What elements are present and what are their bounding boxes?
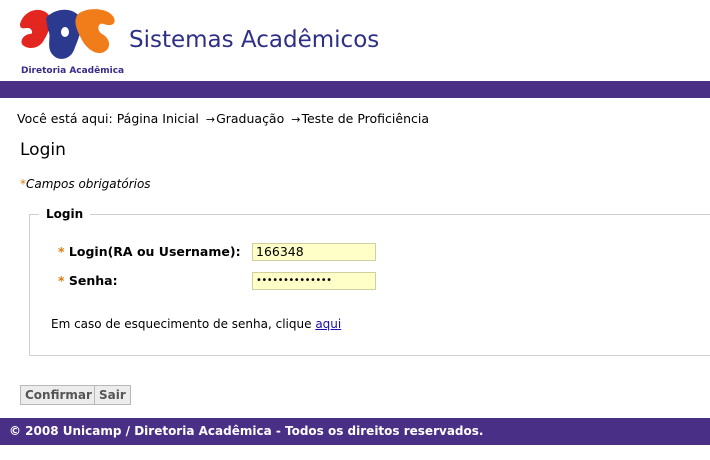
required-star: * bbox=[58, 273, 65, 288]
forgot-text: Em caso de esquecimento de senha, clique bbox=[51, 317, 312, 331]
password-label-text: Senha: bbox=[68, 273, 118, 288]
footer-text: © 2008 Unicamp / Diretoria Acadêmica - T… bbox=[9, 424, 484, 438]
password-input[interactable]: •••••••••••••• bbox=[252, 272, 376, 290]
forgot-password-link[interactable]: aqui bbox=[315, 317, 341, 331]
site-title: Sistemas Acadêmicos bbox=[129, 27, 380, 53]
unicamp-logo: Diretoria Acadêmica bbox=[18, 4, 124, 78]
page-title: Login bbox=[20, 140, 66, 160]
breadcrumb-item-graduacao[interactable]: Graduação bbox=[216, 111, 284, 126]
exit-button[interactable]: Sair bbox=[94, 385, 131, 405]
confirm-button[interactable]: Confirmar bbox=[20, 385, 97, 405]
required-text: Campos obrigatórios bbox=[26, 177, 151, 191]
login-label: * Login(RA ou Username): bbox=[58, 244, 241, 259]
breadcrumb-prefix: Você está aqui: bbox=[17, 111, 113, 126]
breadcrumb-item-home[interactable]: Página Inicial bbox=[117, 111, 199, 126]
top-bar bbox=[0, 81, 710, 98]
fieldset-legend: Login bbox=[39, 207, 91, 221]
login-input[interactable]: 166348 bbox=[252, 243, 376, 261]
breadcrumb-arrow-icon: → bbox=[291, 113, 301, 126]
logo-caption: Diretoria Acadêmica bbox=[21, 66, 125, 76]
login-label-text: Login(RA ou Username): bbox=[68, 244, 241, 259]
password-label: * Senha: bbox=[58, 273, 118, 288]
breadcrumb: Você está aqui: Página Inicial →Graduaçã… bbox=[17, 111, 429, 126]
breadcrumb-item-teste: Teste de Proficiência bbox=[301, 111, 429, 126]
required-note: *Campos obrigatórios bbox=[20, 177, 151, 191]
da-logo-icon bbox=[20, 9, 115, 59]
header: Diretoria Acadêmica Sistemas Acadêmicos bbox=[0, 0, 710, 82]
required-star: * bbox=[58, 244, 65, 259]
forgot-password: Em caso de esquecimento de senha, clique… bbox=[51, 317, 341, 331]
breadcrumb-arrow-icon: → bbox=[205, 113, 216, 126]
footer: © 2008 Unicamp / Diretoria Acadêmica - T… bbox=[0, 418, 710, 445]
